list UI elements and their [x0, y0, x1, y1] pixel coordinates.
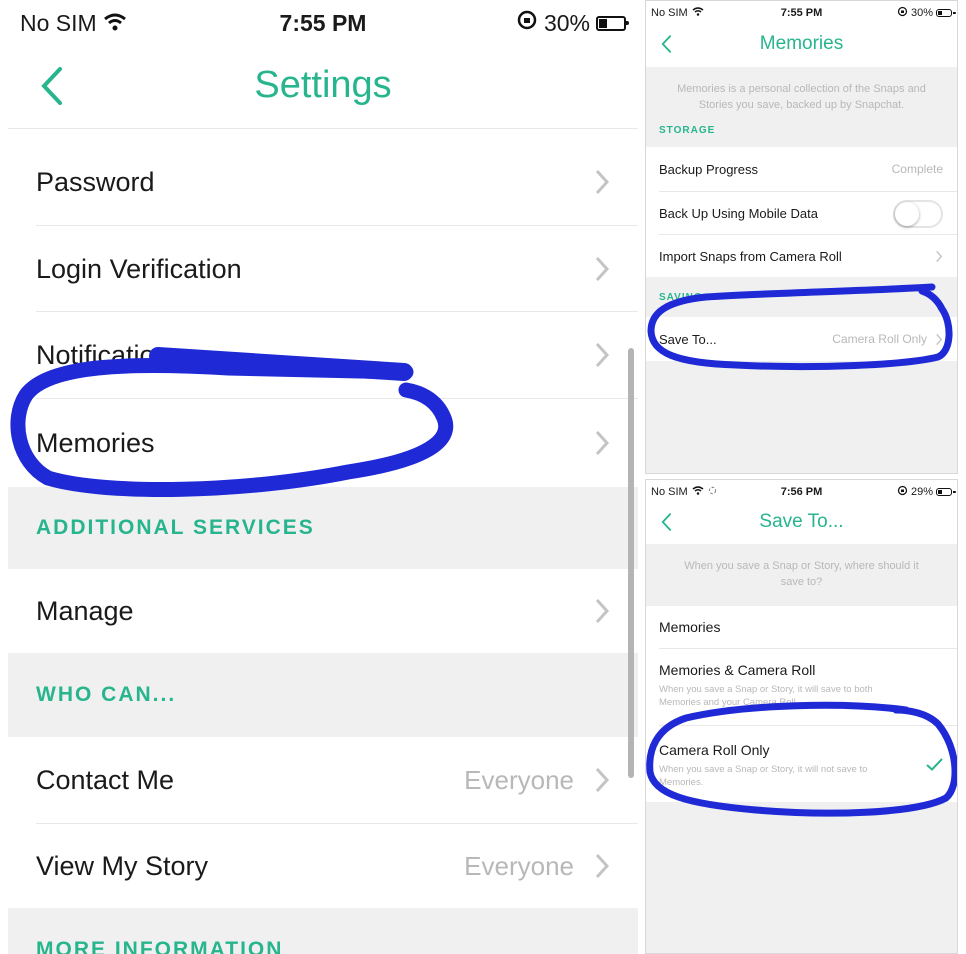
row-backup-mobile-data: Back Up Using Mobile Data: [646, 192, 957, 234]
section-label: MORE INFORMATION: [36, 938, 284, 954]
row-label: Memories: [36, 427, 155, 458]
chevron-right-icon: [594, 429, 610, 462]
chevron-right-icon: [594, 168, 610, 201]
back-chevron-icon[interactable]: [38, 66, 64, 111]
status-bar: No SIM 7:55 PM 30%: [8, 6, 638, 40]
carrier-label: No SIM: [651, 486, 688, 498]
activity-spinner-icon: [708, 486, 717, 498]
checkmark-icon: [926, 758, 943, 776]
settings-row-manage[interactable]: Manage: [8, 569, 638, 653]
row-value: Complete: [891, 162, 943, 176]
empty-area: [646, 802, 957, 953]
row-label: Manage: [36, 595, 134, 626]
chevron-right-icon: [594, 766, 610, 799]
orientation-lock-icon: [897, 6, 908, 20]
row-label: Backup Progress: [659, 161, 758, 177]
save-to-screen: No SIM 7:56 PM 29% Save To... When you s…: [645, 479, 958, 954]
status-bar: No SIM 7:56 PM 29%: [646, 483, 957, 501]
section-header-saving: SAVING: [646, 277, 957, 317]
mobile-data-toggle[interactable]: [893, 200, 943, 228]
row-label: Login Verification: [36, 253, 242, 284]
settings-row-memories[interactable]: Memories: [8, 399, 638, 487]
row-value: Camera Roll Only: [832, 332, 927, 346]
row-label: Contact Me: [36, 764, 175, 795]
battery-percent: 30%: [910, 7, 933, 19]
battery-percent: 30%: [543, 9, 590, 36]
option-subtitle: When you save a Snap or Story, it will s…: [659, 684, 873, 708]
settings-row-login-verification[interactable]: Login Verification: [8, 226, 638, 312]
row-label: Notifications: [36, 339, 184, 370]
settings-row-notifications[interactable]: Notifications: [8, 312, 638, 398]
row-label: Import Snaps from Camera Roll: [659, 248, 842, 264]
wifi-icon: [692, 7, 704, 19]
option-memories-camera-roll[interactable]: Memories & Camera Roll When you save a S…: [646, 649, 957, 725]
battery-percent: 29%: [910, 486, 933, 498]
status-bar: No SIM 7:55 PM 30%: [646, 4, 957, 22]
option-title: Camera Roll Only: [659, 742, 770, 758]
save-to-description: When you save a Snap or Story, where sho…: [646, 544, 957, 606]
option-title: Memories & Camera Roll: [659, 662, 816, 678]
section-label: STORAGE: [659, 125, 716, 136]
wifi-icon: [103, 10, 127, 37]
scrollbar[interactable]: [628, 348, 634, 778]
row-backup-progress: Backup Progress Complete: [646, 147, 957, 191]
settings-row-view-my-story[interactable]: View My Story Everyone: [8, 824, 638, 908]
section-label: SAVING: [659, 291, 703, 303]
row-save-to[interactable]: Save To... Camera Roll Only: [646, 317, 957, 361]
chevron-right-icon: [594, 341, 610, 374]
chevron-right-icon: [594, 852, 610, 885]
option-camera-roll-only[interactable]: Camera Roll Only When you save a Snap or…: [646, 726, 957, 802]
battery-icon: [596, 15, 629, 31]
section-header-who-can: WHO CAN...: [8, 653, 638, 737]
option-subtitle: When you save a Snap or Story, it will n…: [659, 764, 868, 788]
back-chevron-icon[interactable]: [660, 512, 672, 537]
chevron-right-icon: [935, 333, 943, 349]
row-import-snaps[interactable]: Import Snaps from Camera Roll: [646, 235, 957, 277]
back-chevron-icon[interactable]: [660, 34, 672, 59]
nav-bar: Memories: [646, 27, 957, 61]
page-title: Settings: [254, 63, 392, 106]
page-title: Memories: [759, 33, 844, 54]
row-value: Everyone: [464, 850, 574, 881]
orientation-lock-icon: [516, 9, 538, 37]
nav-bar: Save To...: [646, 505, 957, 539]
row-label: View My Story: [36, 850, 209, 881]
row-label: Back Up Using Mobile Data: [659, 205, 818, 221]
settings-row-contact-me[interactable]: Contact Me Everyone: [8, 737, 638, 823]
memories-screen: No SIM 7:55 PM 30% Memories Memories is …: [645, 0, 958, 474]
section-label: ADDITIONAL SERVICES: [36, 516, 315, 539]
row-value: Everyone: [464, 764, 574, 795]
empty-area: [646, 361, 957, 473]
nav-bar: Settings: [8, 52, 638, 118]
battery-icon: [936, 9, 956, 17]
chevron-right-icon: [594, 255, 610, 288]
page-title: Save To...: [759, 511, 844, 532]
option-memories[interactable]: Memories: [646, 606, 957, 648]
row-label: Save To...: [659, 331, 717, 347]
toggle-knob: [895, 202, 919, 226]
carrier-label: No SIM: [651, 7, 688, 19]
description-text: Memories is a personal collection of the…: [677, 83, 926, 111]
settings-row-password[interactable]: Password: [8, 138, 638, 226]
chevron-right-icon: [594, 597, 610, 630]
row-label: Password: [36, 166, 155, 197]
section-header-more-information: MORE INFORMATION: [8, 908, 638, 954]
carrier-label: No SIM: [20, 9, 97, 36]
chevron-right-icon: [935, 250, 943, 266]
description-text: When you save a Snap or Story, where sho…: [684, 560, 919, 588]
wifi-icon: [692, 486, 704, 498]
section-header-additional-services: ADDITIONAL SERVICES: [8, 487, 638, 569]
section-header-storage: STORAGE: [659, 125, 715, 136]
settings-screen: No SIM 7:55 PM 30% Settings Password Log…: [8, 0, 638, 954]
section-label: WHO CAN...: [36, 683, 177, 706]
battery-icon: [936, 488, 956, 496]
orientation-lock-icon: [897, 485, 908, 499]
option-title: Memories: [659, 619, 721, 635]
